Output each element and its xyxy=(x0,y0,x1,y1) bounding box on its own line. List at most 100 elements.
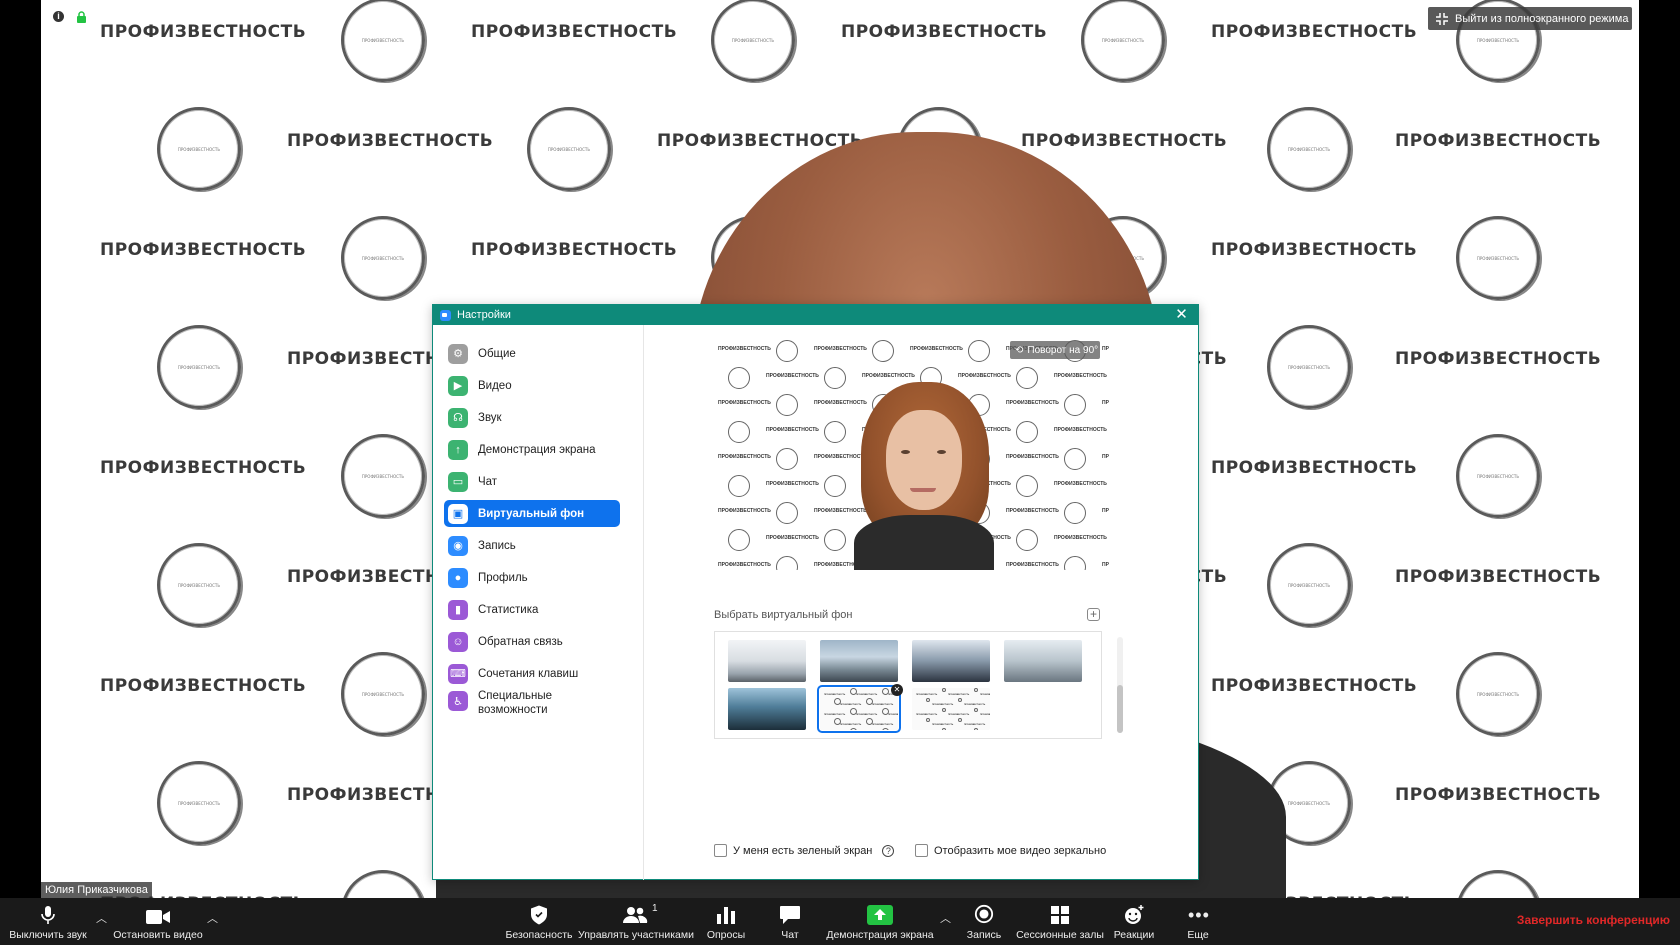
background-thumb-glass-office[interactable] xyxy=(1004,640,1082,682)
sidebar-item-5[interactable]: ▣ Виртуальный фон xyxy=(444,500,620,527)
sidebar-item-11[interactable]: ♿ Специальные возможности xyxy=(444,689,620,721)
preview-brand-text: ПРОФИЗВЕСТНОСТЬ xyxy=(964,724,986,726)
preview-brand-text: ПРОФИЗВЕСТНОСТЬ xyxy=(1006,400,1059,406)
backdrop-brand-text: ПРОФИЗВЕСТНОСТЬ xyxy=(100,458,307,478)
green-screen-option[interactable]: У меня есть зеленый экран ? xyxy=(714,844,895,857)
preview-brand-text: ПРОФИЗВЕСТНОСТЬ xyxy=(1054,535,1107,541)
sidebar-item-label: Общие xyxy=(478,347,516,360)
more-button[interactable]: ••• Еще xyxy=(1174,898,1222,945)
participants-button[interactable]: 1 Управлять участниками xyxy=(578,898,694,945)
end-meeting-button[interactable]: Завершить конференцию xyxy=(1517,913,1670,927)
record-button[interactable]: Запись xyxy=(960,898,1008,945)
add-background-icon[interactable]: + xyxy=(1087,608,1100,621)
preview-brand-text: ПРОФИЗВЕСТНОСТЬ xyxy=(814,400,867,406)
backdrop-logo-ring xyxy=(341,434,425,518)
preview-person-face xyxy=(886,410,962,510)
preview-brand-text: ПРОФИЗВЕСТНОСТЬ xyxy=(856,694,878,696)
exit-fullscreen-label: Выйти из полноэкранного режима xyxy=(1455,12,1629,25)
background-thumb-window-view[interactable] xyxy=(820,640,898,682)
sidebar-item-4[interactable]: ▭ Чат xyxy=(444,468,620,495)
background-thumb-brand-pattern[interactable]: ПРОФИЗВЕСТНОСТЬ ПРОФИЗВЕСТНОСТЬ ПРОФИЗВЕСТ… xyxy=(912,688,990,730)
preview-brand-text: ПРОФИЗВЕСТНОСТЬ xyxy=(862,373,915,379)
video-options-chevron-up-icon[interactable]: ︿ xyxy=(207,910,218,926)
sidebar-item-label: Чат xyxy=(478,475,498,488)
share-options-chevron-up-icon[interactable]: ︿ xyxy=(940,910,951,926)
preview-logo-ring xyxy=(926,698,930,702)
sidebar-item-label: Профиль xyxy=(478,571,528,584)
sidebar-item-label: Запись xyxy=(478,539,516,552)
backdrop-brand-text: ПРОФИЗВЕСТНОСТЬ xyxy=(471,22,678,42)
exit-fullscreen-icon xyxy=(1436,12,1448,25)
preview-brand-text: ПРОФИЗВЕСТНОСТЬ xyxy=(932,704,954,706)
preview-logo-ring xyxy=(850,708,857,715)
breakout-rooms-button[interactable]: Сессионные залы xyxy=(1016,898,1104,945)
backdrop-brand-text: ПРОФИЗВЕСТНОСТЬ xyxy=(1211,22,1418,42)
mute-button[interactable]: Выключить звук xyxy=(4,898,92,945)
backdrop-logo-ring xyxy=(1456,434,1540,518)
preview-brand-text: ПРОФИЗВЕСТНОСТЬ xyxy=(958,373,1011,379)
preview-brand-text: ПРОФИЗВЕСТНОСТЬ xyxy=(980,714,990,716)
background-thumb-office-white[interactable] xyxy=(728,640,806,682)
green-screen-checkbox[interactable] xyxy=(714,844,727,857)
bar-chart-icon: ▮ xyxy=(448,599,468,620)
background-thumb-brand-selected[interactable]: ПРОФИЗВЕСТНОСТЬ ПРОФИЗВЕСТНОСТЬ ПРОФИЗВЕСТ… xyxy=(817,685,901,733)
sidebar-item-0[interactable]: ⚙ Общие xyxy=(444,340,620,367)
preview-logo-ring xyxy=(958,698,962,702)
sidebar-item-1[interactable]: ▶ Видео xyxy=(444,372,620,399)
lock-icon[interactable] xyxy=(76,11,87,23)
preview-brand-text: ПРОФИЗВЕСТНОСТЬ xyxy=(1102,562,1109,568)
backdrop-logo-ring xyxy=(341,652,425,736)
sidebar-item-7[interactable]: ● Профиль xyxy=(444,564,620,591)
mirror-option[interactable]: Отобразить мое видео зеркально xyxy=(915,844,1106,857)
backdrop-brand-text: ПРОФИЗВЕСТНОСТЬ xyxy=(100,676,307,696)
exit-fullscreen-button[interactable]: Выйти из полноэкранного режима xyxy=(1428,7,1632,30)
sidebar-item-label: Видео xyxy=(478,379,512,392)
preview-person-body xyxy=(854,515,994,570)
smiley-plus-icon xyxy=(1125,905,1144,924)
preview-logo-ring xyxy=(942,708,946,712)
mirror-checkbox[interactable] xyxy=(915,844,928,857)
background-thumb-conference-hall[interactable] xyxy=(912,640,990,682)
preview-logo-ring xyxy=(926,718,930,722)
accessibility-icon: ♿ xyxy=(448,691,468,711)
delete-background-icon[interactable]: ✕ xyxy=(891,684,903,696)
sidebar-item-label: Сочетания клавиш xyxy=(478,667,579,680)
meeting-info-icon[interactable]: i xyxy=(53,11,64,22)
backdrop-brand-text: ПРОФИЗВЕСТНОСТЬ xyxy=(100,22,307,42)
scrollbar-thumb[interactable] xyxy=(1117,685,1123,733)
sidebar-item-8[interactable]: ▮ Статистика xyxy=(444,596,620,623)
backdrop-logo-ring xyxy=(711,0,795,82)
backdrop-logo-ring xyxy=(1456,652,1540,736)
sidebar-item-9[interactable]: ☺ Обратная связь xyxy=(444,628,620,655)
security-button[interactable]: Безопасность xyxy=(502,898,576,945)
preview-logo-ring xyxy=(1064,448,1086,470)
background-thumb-meeting-room[interactable] xyxy=(728,688,806,730)
preview-brand-text: ПРОФИЗВЕСТНОСТЬ xyxy=(1006,454,1059,460)
backdrop-brand-text: ПРОФИЗВЕСТНОСТЬ xyxy=(1395,131,1602,151)
meeting-toolbar: Выключить звук ︿ Остановить видео ︿ Безо… xyxy=(0,898,1680,945)
smiley-icon: ☺ xyxy=(448,631,468,652)
sidebar-item-6[interactable]: ◉ Запись xyxy=(444,532,620,559)
sidebar-item-label: Звук xyxy=(478,411,502,424)
audio-options-chevron-up-icon[interactable]: ︿ xyxy=(96,910,107,926)
share-screen-button[interactable]: Демонстрация экрана xyxy=(824,898,936,945)
backdrop-brand-text: ПРОФИЗВЕСТНОСТЬ xyxy=(841,22,1048,42)
settings-sidebar: ⚙ Общие ▶ Видео ☊ Звук ↑ Демонстрация экрана ▭ Ча… xyxy=(433,325,644,880)
reactions-button[interactable]: Реакции xyxy=(1110,898,1158,945)
sidebar-item-10[interactable]: ⌨ Сочетания клавиш xyxy=(444,660,620,687)
thumbnails-scrollbar[interactable] xyxy=(1117,637,1123,733)
sidebar-item-3[interactable]: ↑ Демонстрация экрана xyxy=(444,436,620,463)
chat-button[interactable]: Чат xyxy=(766,898,814,945)
settings-title-bar[interactable]: Настройки ✕ xyxy=(433,305,1198,325)
rotate-90-button[interactable]: ⟲ Поворот на 90° xyxy=(1010,341,1100,359)
polls-button[interactable]: Опросы xyxy=(700,898,752,945)
preview-logo-ring xyxy=(1016,421,1038,443)
preview-brand-text: ПРОФИЗВЕСТНОСТЬ xyxy=(840,704,862,706)
stop-video-button[interactable]: Остановить видео xyxy=(112,898,204,945)
help-icon[interactable]: ? xyxy=(882,844,895,857)
close-icon[interactable]: ✕ xyxy=(1174,307,1189,322)
preview-brand-text: ПРОФИЗВЕСТНОСТЬ xyxy=(718,562,771,568)
preview-brand-text: ПРОФИЗВЕСТНОСТЬ xyxy=(964,704,986,706)
sidebar-item-2[interactable]: ☊ Звук xyxy=(444,404,620,431)
grid-icon xyxy=(1051,906,1069,924)
